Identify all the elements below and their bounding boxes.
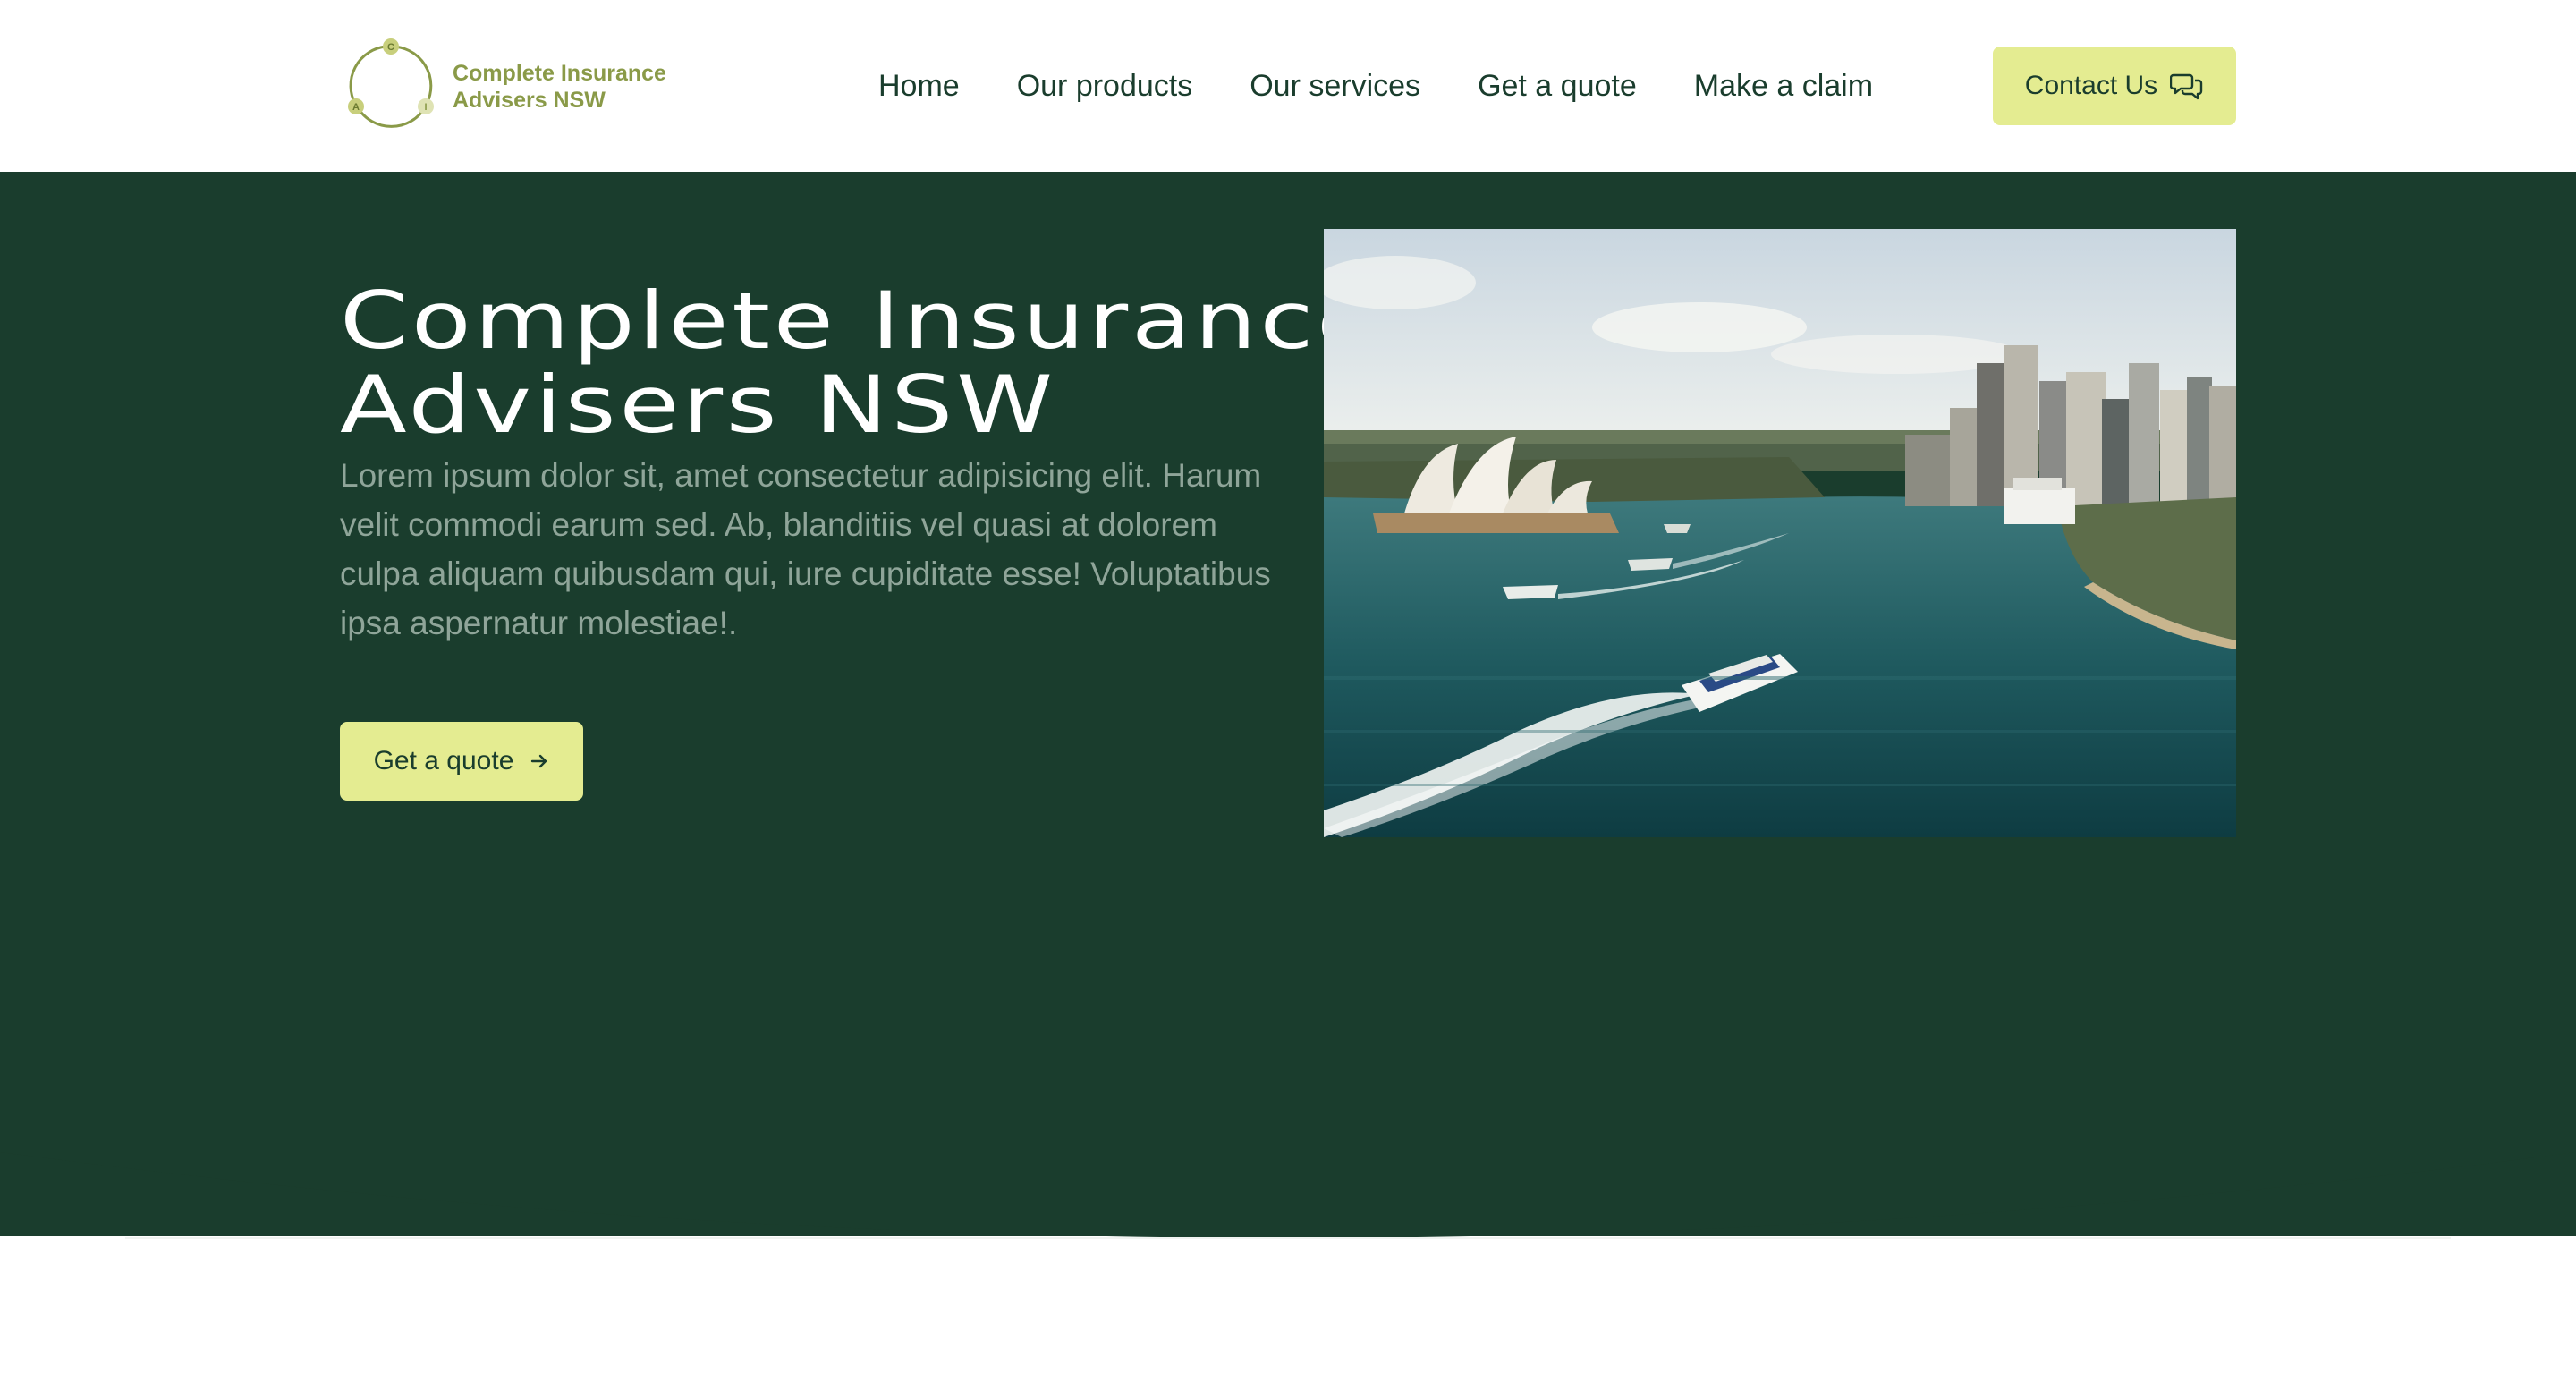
hero-image-sydney-harbour — [1324, 229, 2236, 837]
logo-ring-icon: C A I — [348, 38, 434, 128]
nav-get-a-quote[interactable]: Get a quote — [1478, 69, 1637, 104]
logo-letter-i: I — [424, 102, 427, 113]
main-nav: Home Our products Our services Get a quo… — [878, 63, 1873, 109]
arrow-right-icon — [531, 754, 547, 768]
hero-bottom-curve — [0, 1145, 2576, 1238]
contact-us-label: Contact Us — [2024, 71, 2158, 100]
get-a-quote-button[interactable]: Get a quote — [340, 722, 583, 801]
nav-our-services[interactable]: Our services — [1250, 69, 1420, 104]
harbour-illustration — [1324, 229, 2236, 837]
nav-our-products[interactable]: Our products — [1017, 69, 1193, 104]
logo-wordmark: Complete Insurance Advisers NSW — [453, 60, 666, 114]
get-a-quote-label: Get a quote — [373, 746, 514, 776]
logo-letter-c: C — [387, 42, 394, 53]
logo-letter-a: A — [352, 102, 360, 113]
section-divider — [125, 1237, 2451, 1239]
logo-line-2: Advisers NSW — [453, 88, 606, 113]
chat-bubbles-icon — [2170, 73, 2203, 100]
nav-home[interactable]: Home — [878, 69, 960, 104]
logo[interactable]: C A I Complete Insurance Advisers NSW — [340, 36, 698, 138]
site-header: C A I Complete Insurance Advisers NSW Ho… — [0, 0, 2576, 172]
hero-description: Lorem ipsum dolor sit, amet consectetur … — [340, 457, 1271, 641]
nav-make-a-claim[interactable]: Make a claim — [1694, 69, 1873, 104]
contact-us-button[interactable]: Contact Us — [1993, 47, 2236, 125]
logo-line-1: Complete Insurance — [453, 61, 666, 86]
